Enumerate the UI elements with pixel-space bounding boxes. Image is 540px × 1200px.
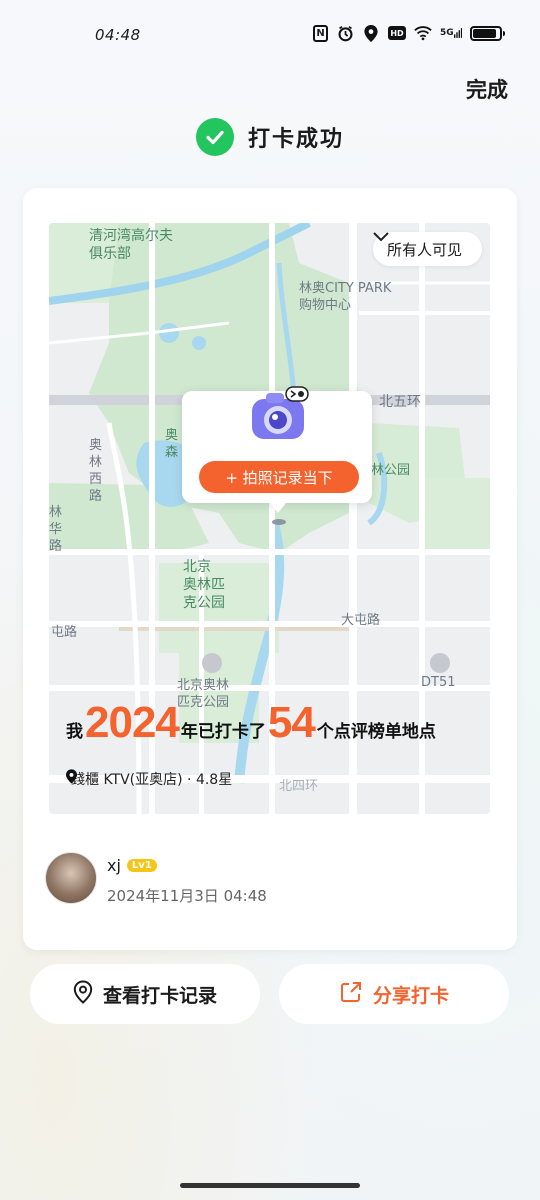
map-label-forest: 奥 森: [165, 428, 179, 460]
visibility-dropdown[interactable]: 所有人可见: [372, 232, 482, 266]
network-label: 5G: [440, 28, 454, 38]
status-bar: 04:48 N HD 5G: [0, 0, 540, 70]
stats-prefix: 我: [66, 722, 83, 742]
map-label-park: 林公园: [371, 463, 411, 478]
status-time: 04:48: [95, 26, 141, 44]
map-label-road-west: 奥 林 西 路: [89, 438, 104, 504]
location-icon: [362, 24, 380, 42]
battery-level: [473, 28, 497, 38]
photo-popup: + 拍照记录当下: [182, 386, 372, 513]
user-name: xj: [107, 856, 121, 875]
map-label-citypark: 林奥CITY PARK 购物中心: [299, 281, 392, 313]
status-icons: N HD 5G: [313, 24, 505, 42]
camera-icon: [246, 383, 310, 447]
stats-mid: 年已打卡了: [180, 722, 266, 742]
map-label-club: 清河湾高尔夫 俱乐部: [89, 228, 173, 263]
success-check-icon: [195, 118, 234, 156]
location-outline-icon: [73, 979, 93, 1009]
visibility-label: 所有人可见: [386, 240, 462, 259]
checkin-card: 清河湾高尔夫 俱乐部 林奥CITY PARK 购物中心 北五环 林公园 奥 森 …: [23, 188, 517, 950]
map-view[interactable]: 清河湾高尔夫 俱乐部 林奥CITY PARK 购物中心 北五环 林公园 奥 森 …: [49, 223, 490, 814]
nfc-icon: N: [313, 24, 328, 42]
photo-record-button[interactable]: + 拍照记录当下: [199, 461, 359, 493]
stats-count: 54: [267, 698, 316, 747]
map-label-north-4th-ring: 北四环: [279, 779, 319, 794]
checkin-time: 2024年11月3日 04:48: [107, 887, 267, 905]
view-records-label: 查看打卡记录: [102, 984, 217, 1007]
map-label-datun-road: 大屯路: [341, 613, 381, 628]
stats-year: 2024: [85, 698, 180, 747]
success-title: 打卡成功: [247, 127, 344, 152]
avatar[interactable]: [45, 852, 97, 904]
checkin-stats: 我 2024 年已打卡了 54 个点评榜单地点: [66, 701, 436, 745]
stats-suffix: 个点评榜单地点: [316, 722, 436, 742]
done-button[interactable]: 完成: [466, 74, 508, 104]
map-label-datun-road-west: 屯路: [51, 625, 78, 640]
wifi-icon: [414, 24, 432, 42]
map-label-north-5th-ring: 北五环: [379, 394, 421, 410]
5g-signal-icon: 5G: [440, 24, 462, 42]
map-label-dt51: DT51: [421, 675, 456, 690]
place-name: 錢櫃 KTV(亚奥店) · 4.8星: [71, 772, 233, 788]
user-info: xj Lv1 2024年11月3日 04:48: [45, 852, 267, 906]
place-info: 錢櫃 KTV(亚奥店) · 4.8星: [66, 769, 232, 789]
share-checkin-button[interactable]: 分享打卡: [279, 964, 509, 1024]
map-label-olympic-park: 北京 奥林匹 克公园: [183, 559, 225, 612]
level-badge: Lv1: [126, 859, 157, 872]
alarm-icon: [336, 24, 354, 42]
hd-icon: HD: [388, 26, 406, 40]
view-records-button[interactable]: 查看打卡记录: [30, 964, 260, 1024]
share-icon: [339, 980, 363, 1009]
battery-icon: [470, 25, 505, 41]
location-pin-icon: [272, 519, 286, 525]
share-label: 分享打卡: [372, 984, 449, 1007]
success-header: 打卡成功: [0, 118, 540, 156]
map-label-road-hua: 林 华 路: [49, 505, 63, 554]
home-indicator[interactable]: [180, 1183, 360, 1188]
